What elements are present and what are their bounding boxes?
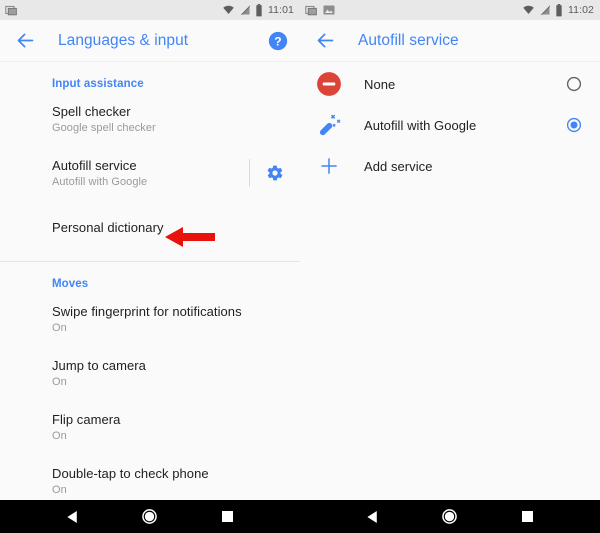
wifi-icon — [223, 5, 234, 14]
back-button[interactable] — [13, 29, 37, 53]
list-item-texts: Autofill service Autofill with Google — [52, 157, 241, 190]
status-system-area: 11:01 — [222, 3, 294, 17]
section-header-input-assistance: Input assistance — [52, 78, 144, 90]
list-item-title: Double-tap to check phone — [52, 465, 209, 481]
list-item-flip-camera[interactable]: Flip camera On — [0, 407, 300, 447]
cellular-signal-off-icon — [540, 5, 551, 16]
list-item-jump-to-camera[interactable]: Jump to camera On — [0, 353, 300, 393]
status-notification-area — [305, 4, 522, 17]
image-icon — [323, 5, 335, 15]
list-item-autofill-service[interactable]: Autofill service Autofill with Google — [0, 153, 300, 193]
section-header-moves: Moves — [52, 278, 89, 290]
help-button[interactable]: ? — [268, 31, 288, 51]
list-item-title: Swipe fingerprint for notifications — [52, 303, 242, 319]
list-item-title: Spell checker — [52, 103, 131, 119]
right-phone-screen: 11:02 Autofill service None Autofill wit… — [300, 0, 600, 533]
list-item-subtitle: Google spell checker — [52, 121, 156, 134]
option-row-autofill-with-google[interactable]: Autofill with Google — [300, 106, 600, 144]
page-title: Autofill service — [358, 31, 459, 49]
list-item-subtitle: Autofill with Google — [52, 175, 148, 188]
navigation-bar — [0, 500, 300, 533]
back-triangle-icon — [67, 510, 77, 523]
svg-text:?: ? — [274, 34, 281, 48]
autofill-settings-button[interactable] — [266, 164, 284, 182]
cellular-signal-off-icon — [240, 5, 251, 16]
list-item-title: Autofill service — [52, 157, 137, 173]
list-item-texts: Spell checker Google spell checker — [52, 103, 286, 136]
nav-back-button[interactable] — [60, 504, 86, 530]
nav-back-button[interactable] — [360, 504, 386, 530]
option-label: Add service — [364, 158, 433, 174]
list-item-texts: Swipe fingerprint for notifications On — [52, 303, 286, 336]
status-bar: 11:02 — [300, 0, 600, 20]
list-item-title: Jump to camera — [52, 357, 146, 373]
back-triangle-icon — [367, 510, 377, 523]
list-item-double-tap-check-phone[interactable]: Double-tap to check phone On — [0, 461, 300, 501]
navigation-bar — [300, 500, 600, 533]
home-circle-icon — [142, 509, 158, 524]
magic-wand-icon — [319, 114, 340, 135]
list-item-spell-checker[interactable]: Spell checker Google spell checker — [0, 99, 300, 139]
option-row-none[interactable]: None — [300, 65, 600, 103]
list-item-personal-dictionary[interactable]: Personal dictionary — [0, 207, 300, 247]
radio-autofill-with-google[interactable] — [566, 117, 582, 133]
recents-square-icon — [521, 511, 533, 522]
screenshot-icon — [5, 5, 17, 15]
status-bar: 11:01 — [0, 0, 300, 20]
back-arrow-icon — [317, 33, 333, 48]
status-notification-area — [5, 4, 222, 17]
screenshot-icon — [305, 5, 317, 15]
option-icon-wrap — [314, 69, 344, 99]
back-button[interactable] — [313, 29, 337, 53]
list-item-texts: Flip camera On — [52, 411, 286, 444]
nav-home-button[interactable] — [437, 504, 463, 530]
option-icon-wrap — [314, 151, 344, 181]
help-icon: ? — [268, 31, 288, 50]
row-divider — [249, 159, 250, 187]
list-item-swipe-fingerprint[interactable]: Swipe fingerprint for notifications On — [0, 299, 300, 339]
list-item-texts: Personal dictionary — [52, 219, 286, 236]
nav-home-button[interactable] — [137, 504, 163, 530]
radio-none[interactable] — [566, 76, 582, 92]
list-item-subtitle: On — [52, 483, 67, 496]
block-icon — [317, 72, 341, 96]
list-item-texts: Jump to camera On — [52, 357, 286, 390]
status-time: 11:02 — [568, 4, 594, 16]
status-time: 11:01 — [268, 4, 294, 16]
left-phone-screen: 11:01 Languages & input ? Input assistan… — [0, 0, 300, 533]
nav-recents-button[interactable] — [514, 504, 540, 530]
settings-list: Input assistance Spell checker Google sp… — [0, 62, 300, 532]
list-item-title: Personal dictionary — [52, 219, 164, 235]
app-bar: Autofill service — [300, 20, 600, 62]
autofill-service-options: None Autofill with Google Add service — [300, 62, 600, 532]
list-item-subtitle: On — [52, 429, 67, 442]
back-arrow-icon — [17, 33, 33, 48]
home-circle-icon — [442, 509, 458, 524]
status-system-area: 11:02 — [522, 3, 594, 17]
battery-icon — [556, 3, 562, 16]
recents-square-icon — [221, 511, 233, 522]
page-title: Languages & input — [58, 31, 189, 49]
app-bar: Languages & input ? — [0, 20, 300, 62]
nav-recents-button[interactable] — [214, 504, 240, 530]
list-item-title: Flip camera — [52, 411, 121, 427]
gear-icon — [267, 165, 283, 181]
list-item-texts: Double-tap to check phone On — [52, 465, 286, 498]
list-item-subtitle: On — [52, 375, 67, 388]
option-row-add-service[interactable]: Add service — [300, 147, 600, 185]
option-label: None — [364, 76, 396, 92]
option-label: Autofill with Google — [364, 117, 477, 133]
wifi-icon — [523, 5, 534, 14]
list-item-subtitle: On — [52, 321, 67, 334]
plus-icon — [321, 158, 337, 174]
option-icon-wrap — [314, 110, 344, 140]
battery-icon — [256, 3, 262, 16]
